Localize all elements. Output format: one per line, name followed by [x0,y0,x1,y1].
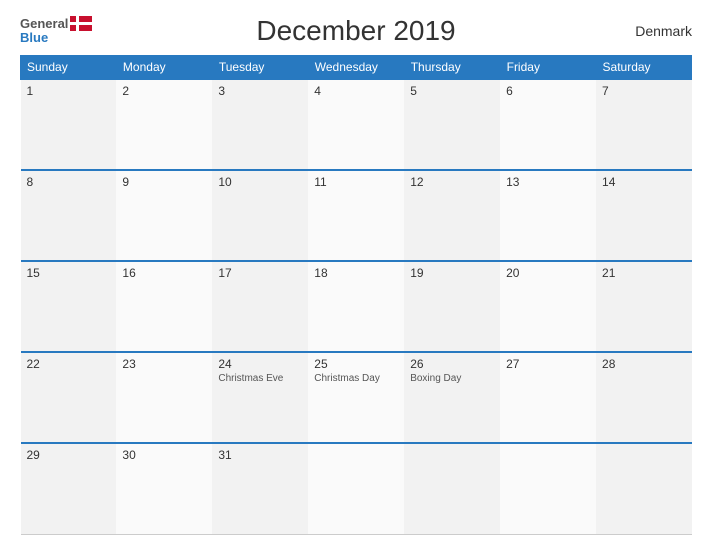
calendar-day-cell: 28 [596,352,692,443]
calendar-day-cell: 8 [21,170,117,261]
calendar-day-cell: 10 [212,170,308,261]
calendar-week-row: 89 10 11 12 13 14 [21,170,693,261]
logo-blue-text: Blue [20,31,48,45]
day-number: 23 [122,357,206,371]
col-sunday: Sunday [21,56,117,80]
day-number: 11 [314,175,398,189]
page-header: General Blue December 2019 Denmark [20,15,692,47]
logo-general-text: General [20,17,68,31]
col-wednesday: Wednesday [308,56,404,80]
day-number: 10 [218,175,302,189]
calendar-day-cell: 27 [500,352,596,443]
col-friday: Friday [500,56,596,80]
col-tuesday: Tuesday [212,56,308,80]
calendar-day-cell: 15 [21,261,117,352]
calendar-day-cell: 16 [116,261,212,352]
day-number: 20 [506,266,590,280]
calendar-day-cell: 3 [212,79,308,170]
col-thursday: Thursday [404,56,500,80]
calendar-day-cell: 29 [21,443,117,534]
calendar-day-cell: 13 [500,170,596,261]
col-saturday: Saturday [596,56,692,80]
calendar-day-cell: 9 [116,170,212,261]
calendar-day-cell: 17 [212,261,308,352]
calendar-day-cell: 24 Christmas Eve [212,352,308,443]
day-number: 5 [410,84,494,98]
day-number: 22 [27,357,111,371]
day-number: 15 [27,266,111,280]
day-number: 16 [122,266,206,280]
day-number: 31 [218,448,302,462]
calendar-day-cell: 1 [21,79,117,170]
day-number: 27 [506,357,590,371]
col-monday: Monday [116,56,212,80]
calendar-day-cell: 18 [308,261,404,352]
day-number: 18 [314,266,398,280]
day-number: 26 [410,357,494,371]
day-number: 13 [506,175,590,189]
day-number: 21 [602,266,686,280]
day-number: 19 [410,266,494,280]
calendar-week-row: 29 30 31 [21,443,693,534]
calendar-day-cell: 19 [404,261,500,352]
calendar-day-cell: 5 [404,79,500,170]
day-number: 24 [218,357,302,371]
day-number: 8 [27,175,111,189]
day-number: 2 [122,84,206,98]
calendar-week-row: 1234567 [21,79,693,170]
day-number: 30 [122,448,206,462]
calendar-week-row: 22 23 24 Christmas Eve 25 Christmas Day 26 Boxi… [21,352,693,443]
page-title: December 2019 [120,15,592,47]
calendar-day-cell: 23 [116,352,212,443]
day-number: 25 [314,357,398,371]
logo-flag-icon [70,16,92,31]
holiday-label: Christmas Day [314,373,398,384]
day-number: 1 [27,84,111,98]
calendar-day-cell: 14 [596,170,692,261]
holiday-label: Boxing Day [410,373,494,384]
day-number: 7 [602,84,686,98]
calendar-day-cell: 26 Boxing Day [404,352,500,443]
calendar-day-cell: 7 [596,79,692,170]
day-number: 9 [122,175,206,189]
holiday-label: Christmas Eve [218,373,302,384]
calendar-header-row: Sunday Monday Tuesday Wednesday Thursday… [21,56,693,80]
calendar-day-cell: 4 [308,79,404,170]
calendar-day-cell: 31 [212,443,308,534]
calendar-day-cell: 21 [596,261,692,352]
country-label: Denmark [592,23,692,39]
calendar-day-cell: 25 Christmas Day [308,352,404,443]
calendar-day-cell: 12 [404,170,500,261]
day-number: 17 [218,266,302,280]
calendar-day-cell: 20 [500,261,596,352]
day-number: 14 [602,175,686,189]
day-number: 28 [602,357,686,371]
logo: General Blue [20,16,120,45]
day-number: 4 [314,84,398,98]
calendar-day-cell [596,443,692,534]
calendar-day-cell: 6 [500,79,596,170]
calendar-day-cell [308,443,404,534]
calendar-table: Sunday Monday Tuesday Wednesday Thursday… [20,55,692,535]
day-number: 12 [410,175,494,189]
day-number: 6 [506,84,590,98]
day-number: 3 [218,84,302,98]
calendar-day-cell: 30 [116,443,212,534]
calendar-day-cell [500,443,596,534]
calendar-day-cell: 22 [21,352,117,443]
calendar-day-cell: 2 [116,79,212,170]
calendar-week-row: 15 16 17 18 19 20 21 [21,261,693,352]
calendar-day-cell [404,443,500,534]
calendar-day-cell: 11 [308,170,404,261]
day-number: 29 [27,448,111,462]
